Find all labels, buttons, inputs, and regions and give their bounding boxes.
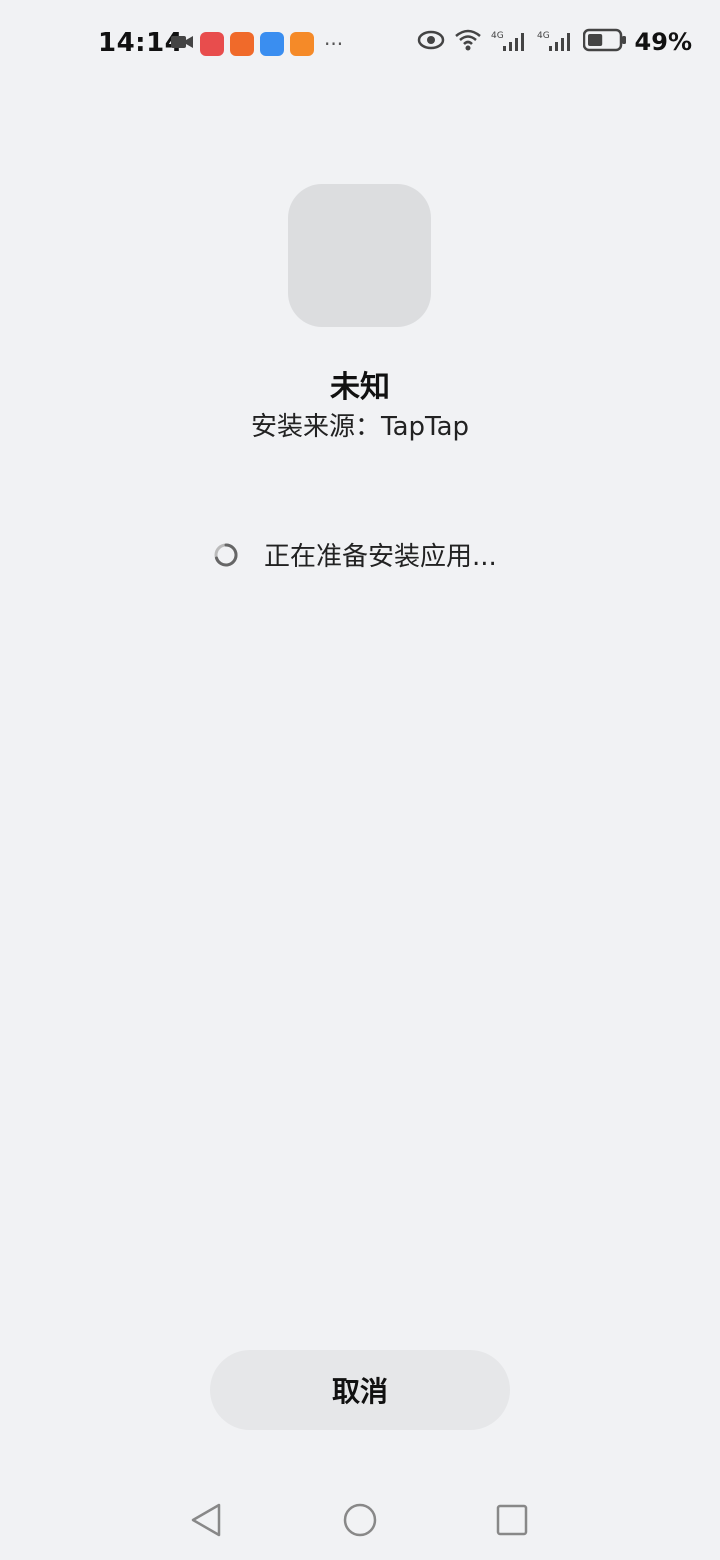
video-camera-icon [170, 30, 194, 58]
wifi-icon [453, 28, 483, 56]
install-source: 安装来源：TapTap [250, 412, 470, 442]
svg-text:4G: 4G [491, 31, 504, 41]
signal-4g-icon: 4G [537, 28, 575, 56]
system-indicators: 4G 4G 49% [417, 28, 692, 56]
battery-icon [582, 28, 627, 56]
home-icon[interactable] [340, 1500, 380, 1540]
back-icon[interactable] [186, 1500, 226, 1540]
svg-text:4G: 4G [537, 31, 550, 41]
recents-icon[interactable] [492, 1500, 532, 1540]
app-name: 未知 [330, 370, 390, 405]
huawei-store-icon [200, 32, 224, 56]
cloud-app-icon [260, 32, 284, 56]
eye-icon [417, 30, 445, 54]
notification-icons: ··· [170, 30, 343, 58]
navigation-bar [0, 1480, 720, 1560]
app-icon-placeholder [288, 184, 431, 327]
more-notifications-indicator: ··· [324, 32, 344, 56]
progress-message: 正在准备安装应用... [264, 542, 497, 572]
battery-percent: 49% [634, 28, 692, 56]
progress-status: 正在准备安装应用... [212, 536, 497, 573]
game-app-icon [230, 32, 254, 56]
cancel-button[interactable]: 取消 [210, 1350, 510, 1430]
video-play-icon [290, 32, 314, 56]
loading-spinner-icon [212, 541, 240, 569]
status-bar: 14:14 ··· 4G 4G 49% [0, 0, 720, 88]
signal-4g-icon: 4G [491, 28, 529, 56]
